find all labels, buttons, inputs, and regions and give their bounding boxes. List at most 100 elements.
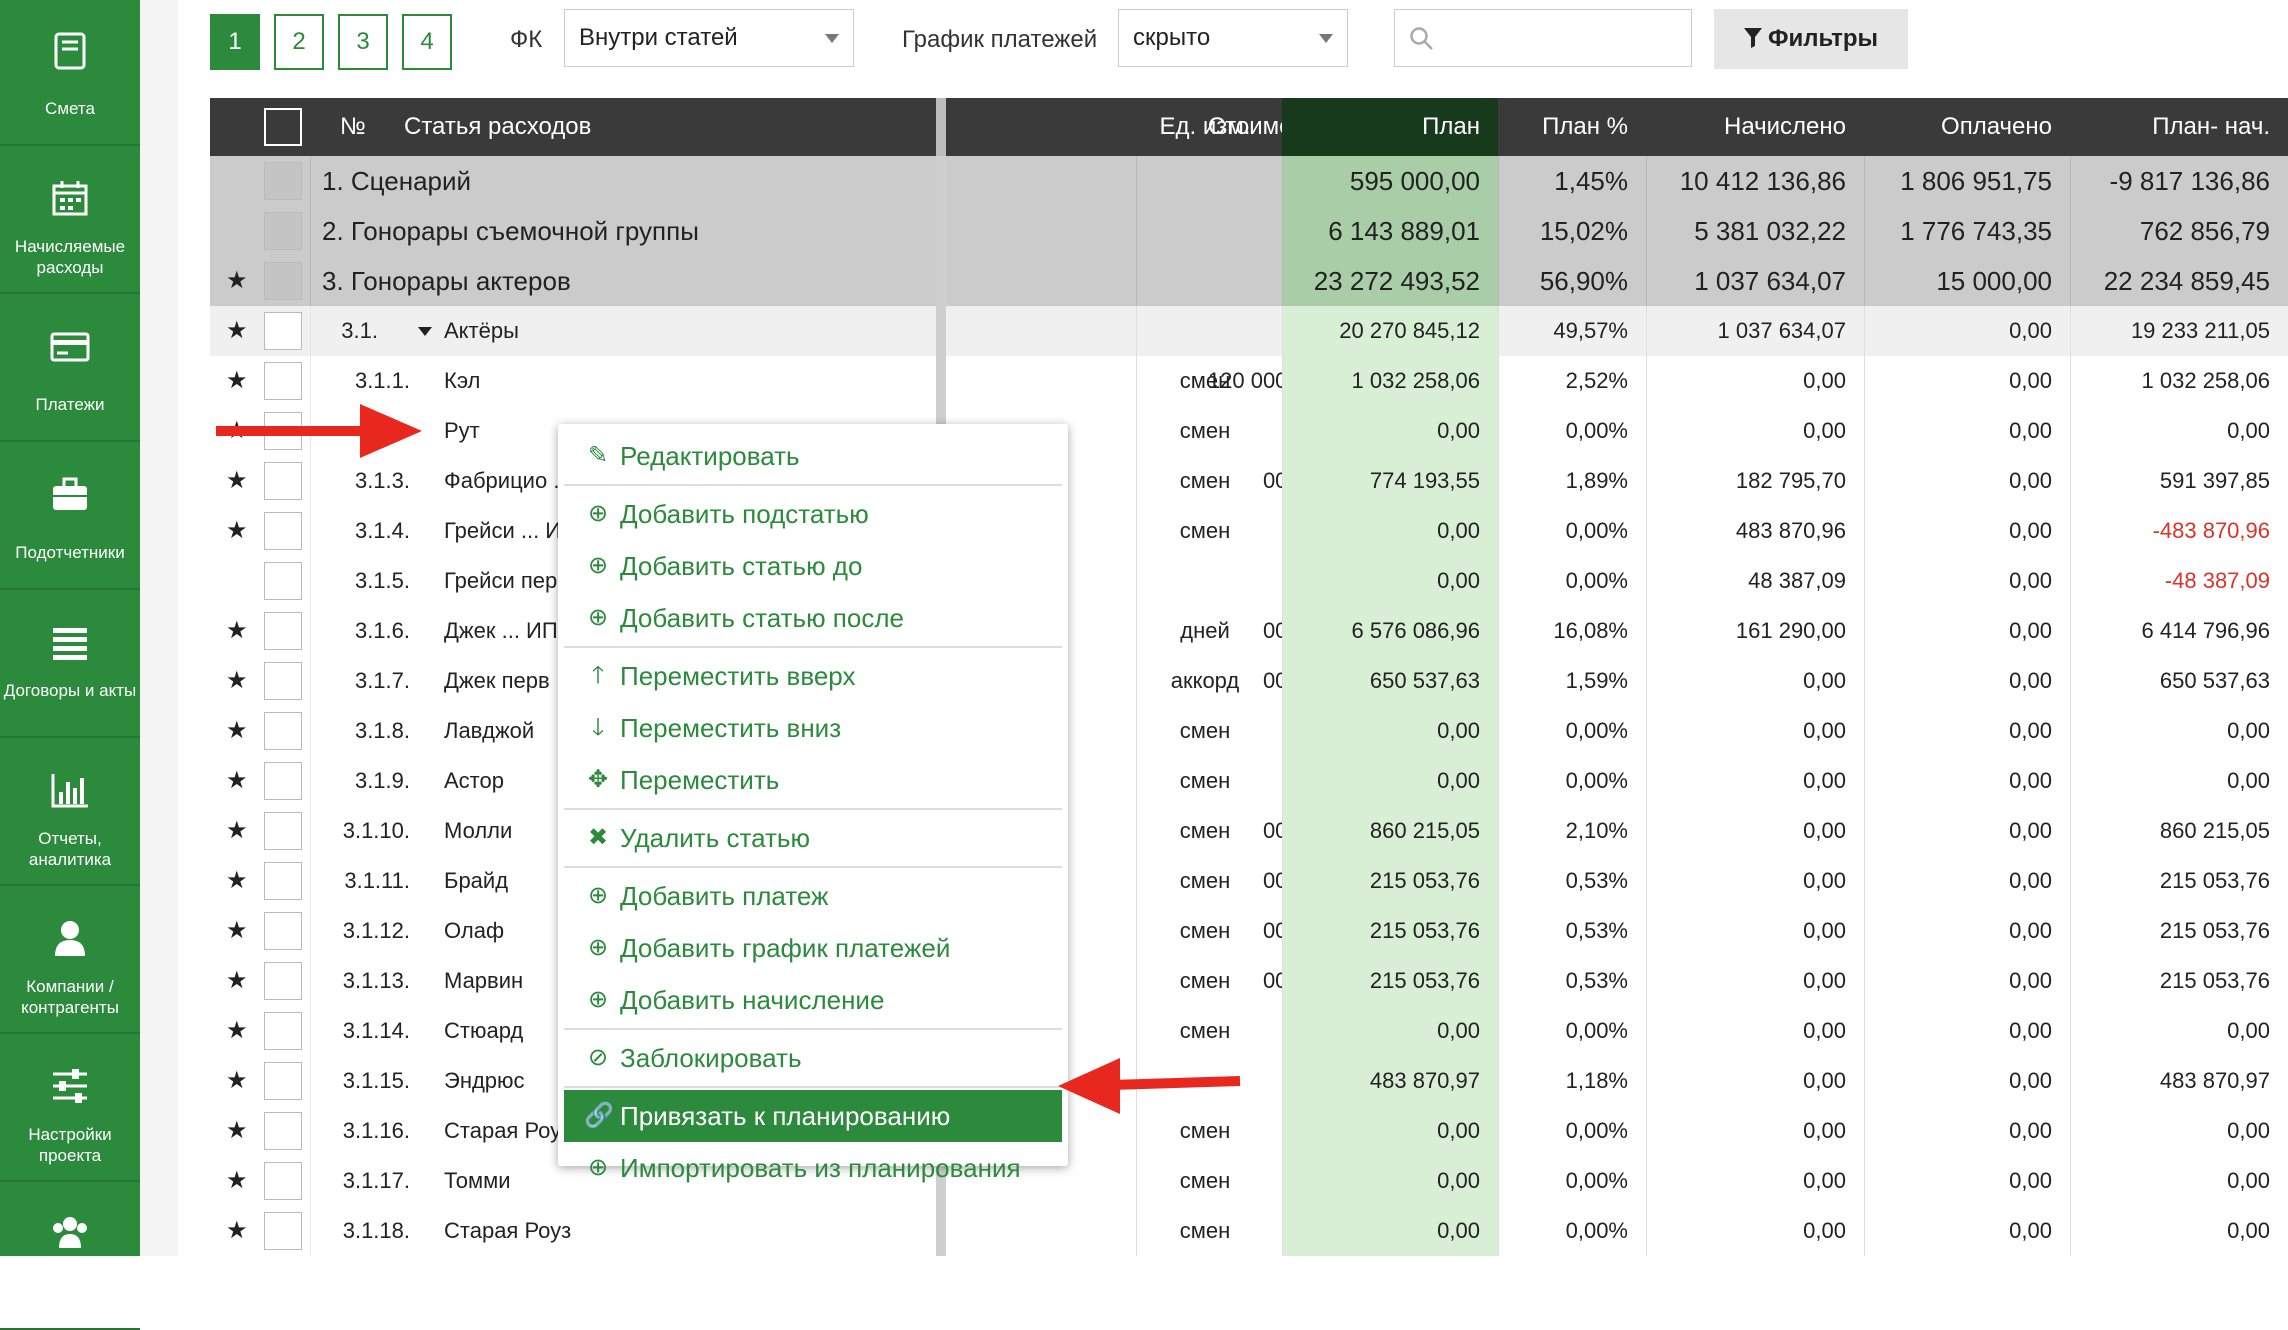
row-checkbox[interactable] — [264, 362, 302, 400]
sidebar-item-companies[interactable]: Компании / контрагенты — [0, 888, 140, 1034]
sidebar-item-settings[interactable]: Настройки проекта — [0, 1036, 140, 1182]
star-icon[interactable]: ★ — [226, 1056, 248, 1106]
sidebar-item-contracts[interactable]: Договоры и акты — [0, 592, 140, 738]
column-divider[interactable] — [936, 98, 946, 156]
menu-item-edit[interactable]: ✎ Редактировать — [564, 430, 1062, 482]
menu-item-link-planning[interactable]: 🔗 Привязать к планированию — [564, 1090, 1062, 1142]
star-icon[interactable]: ★ — [226, 1156, 248, 1206]
table-row[interactable]: ★ 3.1.15. Эндрюс 483 870,97 1,18% 0,00 0,00 483… — [210, 1056, 2288, 1107]
header-paid[interactable]: Оплачено — [1864, 98, 2070, 156]
menu-item-add-accrual[interactable]: ⊕ Добавить начисление — [564, 974, 1062, 1026]
select-all-checkbox[interactable] — [264, 108, 302, 146]
table-row[interactable]: 3.1.5. Грейси пер 0,00 0,00% 48 387,09 0,00 -4… — [210, 556, 2288, 607]
menu-item-move-down[interactable]: 🡓 Переместить вниз — [564, 702, 1062, 754]
row-checkbox[interactable] — [264, 1162, 302, 1200]
row-checkbox[interactable] — [264, 262, 302, 300]
table-row[interactable]: ★ 3.1.8. Лавджой смен 0,00 0,00% 0,00 0,00 0,00 — [210, 706, 2288, 757]
page-button-2[interactable]: 2 — [274, 14, 324, 70]
star-icon[interactable]: ★ — [226, 806, 248, 856]
table-row[interactable]: ★3.1.10.Молли00,00смен860 215,052,10%0,0… — [210, 806, 2288, 857]
page-button-3[interactable]: 3 — [338, 14, 388, 70]
row-checkbox[interactable] — [264, 1212, 302, 1250]
sidebar-item-payments[interactable]: Платежи — [0, 296, 140, 442]
star-icon[interactable]: ★ — [226, 856, 248, 906]
star-icon[interactable]: ★ — [226, 306, 248, 356]
subgroup-row[interactable]: ★ 3.1. Актёры 20 270 845,12 49,57% 1 037 634,… — [210, 306, 2288, 357]
sidebar-item-reports[interactable]: Отчеты, аналитика — [0, 740, 140, 886]
sidebar-item-team[interactable] — [0, 1184, 140, 1330]
star-icon[interactable]: ★ — [226, 1206, 248, 1256]
search-input[interactable] — [1394, 9, 1692, 67]
menu-item-move-up[interactable]: 🡑 Переместить вверх — [564, 650, 1062, 702]
row-checkbox[interactable] — [264, 462, 302, 500]
sidebar-item-smeta[interactable]: Смета — [0, 0, 140, 146]
menu-item-add-schedule[interactable]: ⊕ Добавить график платежей — [564, 922, 1062, 974]
star-icon[interactable]: ★ — [226, 256, 248, 306]
row-checkbox[interactable] — [264, 612, 302, 650]
row-checkbox[interactable] — [264, 912, 302, 950]
header-plan-minus-accrued[interactable]: План- нач. — [2070, 98, 2288, 156]
table-row[interactable]: ★3.1.7.Джек перв00,00аккорд650 537,631,5… — [210, 656, 2288, 707]
table-row[interactable]: ★Рутсмен0,000,00%0,000,000,00 — [210, 406, 2288, 457]
table-row[interactable]: ★3.1.6.Джек ... ИП00,00дней6 576 086,961… — [210, 606, 2288, 657]
star-icon[interactable]: ★ — [226, 506, 248, 556]
group-row[interactable]: ★ 3. Гонорары актеров 23 272 493,52 56,90% 1… — [210, 256, 2288, 307]
table-row[interactable]: ★3.1.3.Фабрицио ...00,00смен774 193,551,… — [210, 456, 2288, 507]
row-checkbox[interactable] — [264, 962, 302, 1000]
menu-item-import-planning[interactable]: ⊕ Импортировать из планирования — [564, 1142, 1062, 1194]
row-checkbox[interactable] — [264, 562, 302, 600]
star-icon[interactable]: ★ — [226, 606, 248, 656]
table-row[interactable]: ★ 3.1.18. Старая Роуз смен 0,00 0,00% 0,00 0,00… — [210, 1206, 2288, 1256]
table-row[interactable]: ★3.1.13.Марвин00,00смен215 053,760,53%0,… — [210, 956, 2288, 1007]
star-icon[interactable]: ★ — [226, 1006, 248, 1056]
header-unit[interactable]: Ед. изм. — [1136, 98, 1274, 156]
group-row[interactable]: 2. Гонорары съемочной группы 6 143 889,01… — [210, 206, 2288, 257]
row-checkbox[interactable] — [264, 862, 302, 900]
menu-item-add-payment[interactable]: ⊕ Добавить платеж — [564, 870, 1062, 922]
table-row[interactable]: ★ 3.1.1. Кэл 120 000,00 смен 1 032 258,06 2,52… — [210, 356, 2288, 407]
sidebar-item-accrued[interactable]: Начисляемые расходы — [0, 148, 140, 294]
row-checkbox[interactable] — [264, 512, 302, 550]
table-row[interactable]: ★3.1.11.Брайд00,00смен215 053,760,53%0,0… — [210, 856, 2288, 907]
menu-item-block[interactable]: ⊘ Заблокировать — [564, 1032, 1062, 1084]
table-row[interactable]: ★ 3.1.4. Грейси ... Исмен 0,00 0,00% 483 870,… — [210, 506, 2288, 557]
page-button-1[interactable]: 1 — [210, 14, 260, 70]
row-checkbox[interactable] — [264, 212, 302, 250]
filters-button[interactable]: Фильтры — [1714, 9, 1908, 69]
header-plan-pct[interactable]: План % — [1498, 98, 1646, 156]
menu-item-move[interactable]: ✥ Переместить — [564, 754, 1062, 806]
sidebar-item-accountables[interactable]: Подотчетники — [0, 444, 140, 590]
menu-item-add-sub[interactable]: ⊕ Добавить подстатью — [564, 488, 1062, 540]
table-row[interactable]: ★ 3.1.17. Томми смен 0,00 0,00% 0,00 0,00 0,00 — [210, 1156, 2288, 1207]
menu-item-add-before[interactable]: ⊕ Добавить статью до — [564, 540, 1062, 592]
header-plan[interactable]: План — [1282, 98, 1498, 156]
star-icon[interactable]: ★ — [226, 956, 248, 1006]
caret-down-icon[interactable] — [418, 327, 432, 336]
star-icon[interactable]: ★ — [226, 906, 248, 956]
row-checkbox[interactable] — [264, 812, 302, 850]
menu-item-delete[interactable]: ✖ Удалить статью — [564, 812, 1062, 864]
table-row[interactable]: ★ 3.1.14. Стюард смен 0,00 0,00% 0,00 0,00 0,00 — [210, 1006, 2288, 1057]
row-checkbox[interactable] — [264, 762, 302, 800]
menu-item-add-after[interactable]: ⊕ Добавить статью после — [564, 592, 1062, 644]
table-row[interactable]: ★3.1.12.Олаф00,00смен215 053,760,53%0,00… — [210, 906, 2288, 957]
row-checkbox[interactable] — [264, 312, 302, 350]
header-article[interactable]: Статья расходов — [404, 98, 591, 156]
table-row[interactable]: ★ 3.1.9. Астор смен 0,00 0,00% 0,00 0,00 0,00 — [210, 756, 2288, 807]
row-checkbox[interactable] — [264, 1062, 302, 1100]
row-checkbox[interactable] — [264, 662, 302, 700]
row-checkbox[interactable] — [264, 162, 302, 200]
schedule-select[interactable]: скрыто — [1118, 9, 1348, 67]
row-checkbox[interactable] — [264, 712, 302, 750]
group-row[interactable]: 1. Сценарий 595 000,00 1,45% 10 412 136,86 1… — [210, 156, 2288, 207]
row-checkbox[interactable] — [264, 1112, 302, 1150]
fk-select[interactable]: Внутри статей — [564, 9, 854, 67]
table-row[interactable]: ★ 3.1.16. Старая Роу смен 0,00 0,00% 0,00 0,00 0… — [210, 1106, 2288, 1157]
star-icon[interactable]: ★ — [226, 656, 248, 706]
star-icon[interactable]: ★ — [226, 1106, 248, 1156]
star-icon[interactable]: ★ — [226, 706, 248, 756]
page-button-4[interactable]: 4 — [402, 14, 452, 70]
star-icon[interactable]: ★ — [226, 756, 248, 806]
row-checkbox[interactable] — [264, 1012, 302, 1050]
header-accrued[interactable]: Начислено — [1646, 98, 1864, 156]
